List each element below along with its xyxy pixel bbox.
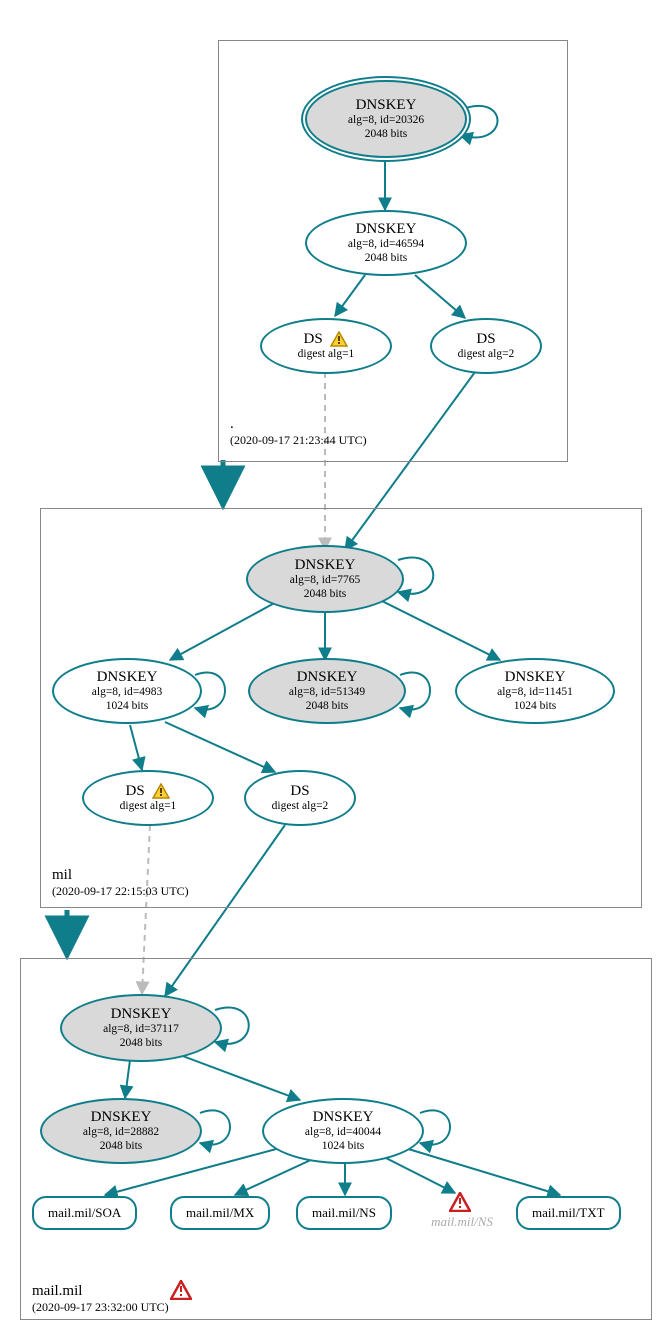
record-label: mail.mil/TXT (532, 1206, 605, 1221)
node-mailmil-ksk[interactable]: DNSKEY alg=8, id=37117 2048 bits (60, 994, 222, 1062)
node-title: DNSKEY (91, 1109, 152, 1126)
record-ns-ghost: mail.mil/NS (424, 1214, 500, 1230)
node-title: DNSKEY (356, 221, 417, 238)
warning-icon (152, 783, 170, 799)
node-sub: 1024 bits (106, 700, 149, 713)
node-sub: 2048 bits (120, 1037, 163, 1050)
node-title: DNSKEY (356, 97, 417, 114)
node-sub: digest alg=1 (298, 348, 355, 361)
node-sub: alg=8, id=28882 (83, 1126, 159, 1139)
record-label: mail.mil/SOA (48, 1206, 121, 1221)
node-title: DNSKEY (295, 557, 356, 574)
node-title: DNSKEY (97, 669, 158, 686)
node-mailmil-zsk2[interactable]: DNSKEY alg=8, id=40044 1024 bits (262, 1098, 424, 1164)
node-mil-ds2[interactable]: DS digest alg=2 (244, 770, 356, 826)
node-sub: digest alg=2 (458, 348, 515, 361)
ds-label: DS (304, 331, 323, 347)
node-title: DNSKEY (111, 1006, 172, 1023)
node-sub: 2048 bits (304, 588, 347, 601)
node-sub: 1024 bits (514, 700, 557, 713)
node-title: DS (304, 331, 349, 348)
node-title: DNSKEY (297, 669, 358, 686)
node-sub: 2048 bits (365, 128, 408, 141)
ds-label: DS (126, 783, 145, 799)
node-sub: digest alg=2 (272, 800, 329, 813)
node-sub: 2048 bits (365, 252, 408, 265)
node-root-ds2[interactable]: DS digest alg=2 (430, 318, 542, 374)
node-sub: alg=8, id=37117 (103, 1023, 179, 1036)
node-mil-ds1[interactable]: DS digest alg=1 (82, 770, 214, 826)
alert-icon (449, 1192, 471, 1212)
record-soa[interactable]: mail.mil/SOA (32, 1196, 137, 1230)
node-title: DNSKEY (313, 1109, 374, 1126)
node-sub: 1024 bits (322, 1140, 365, 1153)
node-root-zsk[interactable]: DNSKEY alg=8, id=46594 2048 bits (305, 210, 467, 276)
node-mailmil-zsk1[interactable]: DNSKEY alg=8, id=28882 2048 bits (40, 1098, 202, 1164)
node-mil-zsk2[interactable]: DNSKEY alg=8, id=51349 2048 bits (248, 658, 406, 724)
node-sub: digest alg=1 (120, 800, 177, 813)
zone-root-name: . (230, 415, 367, 433)
warning-icon (330, 331, 348, 347)
node-mil-zsk3[interactable]: DNSKEY alg=8, id=11451 1024 bits (455, 658, 615, 724)
node-root-ds1[interactable]: DS digest alg=1 (260, 318, 392, 374)
node-sub: alg=8, id=20326 (348, 114, 424, 127)
zone-root-ts: (2020-09-17 21:23:44 UTC) (230, 433, 367, 447)
zone-mailmil-name: mail.mil (32, 1282, 169, 1300)
node-sub: 2048 bits (306, 700, 349, 713)
node-title: DNSKEY (505, 669, 566, 686)
record-ns[interactable]: mail.mil/NS (296, 1196, 392, 1230)
record-label: mail.mil/MX (186, 1206, 254, 1221)
node-sub: alg=8, id=46594 (348, 238, 424, 251)
node-sub: alg=8, id=7765 (290, 574, 360, 587)
node-title: DS (290, 783, 309, 800)
node-title: DS (126, 783, 171, 800)
node-root-ksk[interactable]: DNSKEY alg=8, id=20326 2048 bits (305, 80, 467, 158)
zone-mil-name: mil (52, 866, 189, 884)
record-label: mail.mil/NS (312, 1206, 376, 1221)
record-txt[interactable]: mail.mil/TXT (516, 1196, 621, 1230)
zone-mailmil-ts: (2020-09-17 23:32:00 UTC) (32, 1300, 169, 1314)
node-mil-zsk1[interactable]: DNSKEY alg=8, id=4983 1024 bits (52, 658, 202, 724)
node-sub: alg=8, id=4983 (92, 686, 162, 699)
node-title: DS (476, 331, 495, 348)
zone-root-label: . (2020-09-17 21:23:44 UTC) (230, 415, 367, 447)
node-sub: alg=8, id=40044 (305, 1126, 381, 1139)
zone-mil-label: mil (2020-09-17 22:15:03 UTC) (52, 866, 189, 898)
node-sub: 2048 bits (100, 1140, 143, 1153)
zone-mailmil-label: mail.mil (2020-09-17 23:32:00 UTC) (32, 1282, 169, 1314)
node-sub: alg=8, id=51349 (289, 686, 365, 699)
node-mil-ksk[interactable]: DNSKEY alg=8, id=7765 2048 bits (246, 545, 404, 613)
record-mx[interactable]: mail.mil/MX (170, 1196, 270, 1230)
alert-icon (170, 1280, 192, 1300)
zone-mil-ts: (2020-09-17 22:15:03 UTC) (52, 884, 189, 898)
node-sub: alg=8, id=11451 (497, 686, 573, 699)
